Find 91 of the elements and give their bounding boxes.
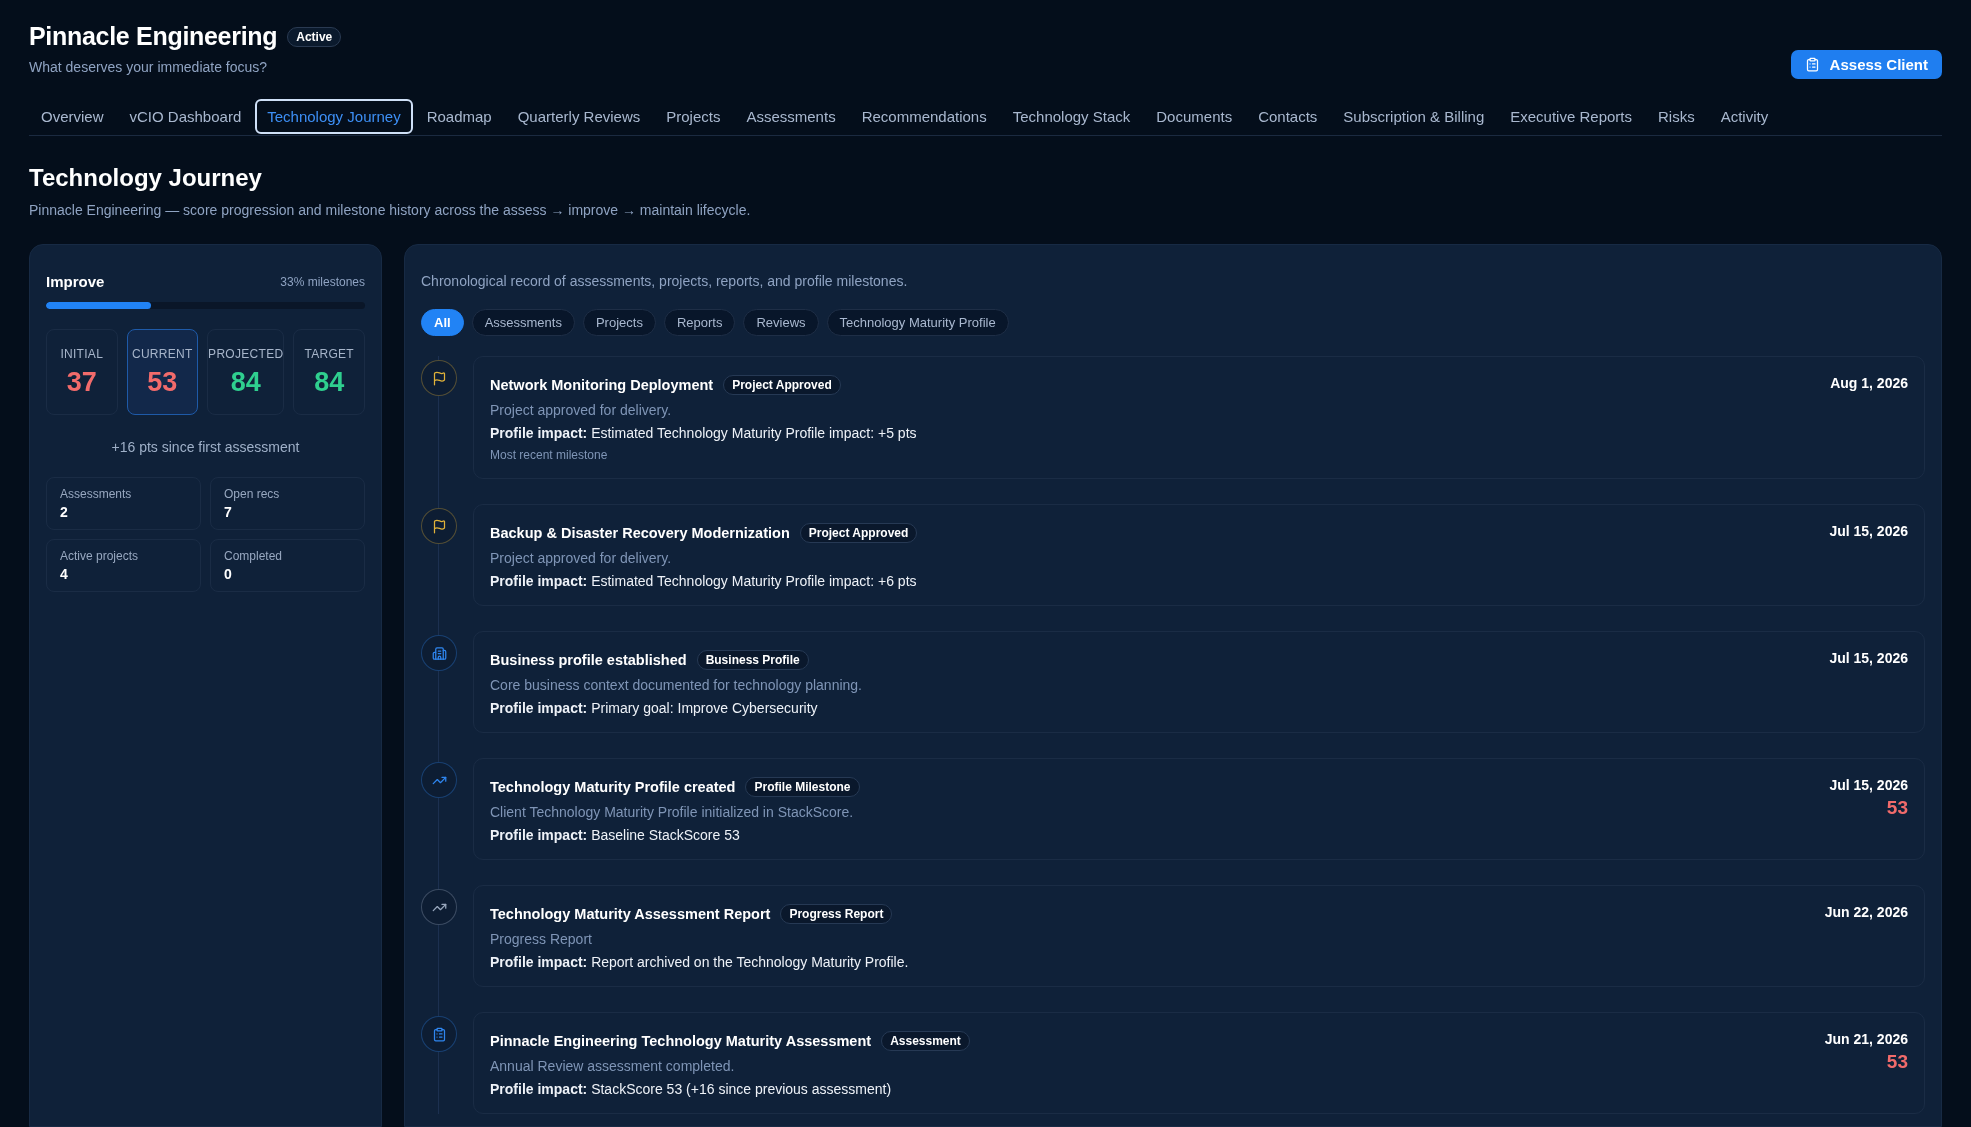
stat-label: Assessments	[60, 487, 133, 501]
score-label: TARGET	[304, 346, 354, 361]
client-name: Pinnacle Engineering	[29, 22, 278, 51]
nav-tab[interactable]: Technology Journey	[255, 99, 413, 134]
stat-value: 0	[224, 566, 233, 582]
event-tag: Profile Milestone	[745, 777, 860, 797]
event-detail: Annual Review assessment completed.	[490, 1058, 736, 1074]
score-value: 84	[230, 366, 261, 398]
score-label: PROJECTED	[208, 346, 284, 361]
nav-tab[interactable]: vCIO Dashboard	[117, 99, 254, 134]
nav-tab[interactable]: Technology Stack	[1000, 99, 1143, 134]
score-label: CURRENT	[131, 346, 193, 361]
event-title: Backup & Disaster Recovery Modernization	[490, 525, 790, 541]
event-date: Jul 15, 2026	[1829, 650, 1908, 666]
clipboard-icon	[431, 1026, 447, 1042]
filter-chip[interactable]: Technology Maturity Profile	[826, 309, 1009, 336]
event-score: 53	[1886, 797, 1908, 819]
nav-tab[interactable]: Projects	[654, 99, 733, 134]
filter-chip[interactable]: Reports	[663, 309, 736, 336]
event-date: Jul 15, 2026	[1829, 523, 1908, 539]
event-card[interactable]: Technology Maturity Profile created Profile Milestone Client Technology Maturity Profile initialized in StackScore. Profile impact: Baseline StackScore 53 Jul 15, 2026 53	[473, 758, 1925, 860]
status-badge: Active	[287, 26, 342, 47]
event-card[interactable]: Technology Maturity Assessment Report Progress Report Progress Report Profile impact: Report archived on the Technology Maturity Profile. Jun 22, 2026	[473, 885, 1925, 987]
phase-label: Improve	[46, 273, 105, 290]
event-impact: Profile impact: Estimated Technology Maturity Profile impact: +6 pts	[490, 573, 918, 589]
event-tag: Project Approved	[723, 375, 841, 395]
event-title: Network Monitoring Deployment	[490, 377, 714, 393]
event-title: Technology Maturity Assessment Report	[490, 906, 771, 922]
filter-chip[interactable]: Assessments	[471, 309, 575, 336]
event-score: 53	[1886, 1051, 1908, 1073]
header-subtitle: What deserves your immediate focus?	[29, 59, 269, 75]
filter-chip[interactable]: Projects	[582, 309, 656, 336]
building-icon	[431, 645, 447, 661]
score-value: 53	[147, 366, 178, 398]
assess-client-button[interactable]: Assess Client	[1790, 50, 1942, 79]
event-impact: Profile impact: Estimated Technology Maturity Profile impact: +5 pts	[490, 425, 917, 441]
event-card[interactable]: Business profile established Business Profile Core business context documented for technology planning. Profile impact: Primary goal: Improve Cybersecurity Jul 15, 2026	[473, 631, 1925, 733]
nav-tab[interactable]: Risks	[1646, 99, 1707, 134]
page-title: Technology Journey	[29, 164, 263, 192]
clipboard-icon	[1804, 57, 1820, 72]
event-date: Jun 22, 2026	[1824, 904, 1908, 920]
filter-chip[interactable]: Reviews	[743, 309, 819, 336]
page-description: Pinnacle Engineering — score progression and milestone history across the assess → improve → maintain lifecycle.	[29, 202, 752, 218]
nav-tab[interactable]: Activity	[1708, 99, 1781, 134]
score-value: 37	[66, 366, 97, 398]
nav-tab[interactable]: Quarterly Reviews	[505, 99, 653, 134]
score-label: INITIAL	[60, 346, 104, 361]
stat-label: Completed	[224, 549, 284, 563]
nav-tab[interactable]: Overview	[29, 99, 116, 134]
stat-label: Open recs	[224, 487, 281, 501]
flag-icon	[431, 518, 447, 534]
filter-chip[interactable]: All	[421, 309, 464, 336]
event-tag: Progress Report	[780, 904, 893, 924]
event-tag: Project Approved	[799, 523, 918, 543]
event-detail: Project approved for delivery.	[490, 550, 673, 566]
timeline-description: Chronological record of assessments, projects, reports, and profile milestones.	[421, 273, 909, 289]
event-impact: Profile impact: Baseline StackScore 53	[490, 827, 741, 843]
event-tag: Business Profile	[696, 650, 809, 670]
event-impact: Profile impact: StackScore 53 (+16 since previous assessment)	[490, 1081, 893, 1097]
event-card[interactable]: Network Monitoring Deployment Project Approved Project approved for delivery. Profile impact: Estimated Technology Maturity Profile impact: +5 pts Most recent milestone Aug 1, 2026	[473, 356, 1925, 479]
stat-value: 4	[60, 566, 69, 582]
nav-tab[interactable]: Subscription & Billing	[1331, 99, 1497, 134]
event-title: Business profile established	[490, 652, 687, 668]
nav-tab[interactable]: Contacts	[1246, 99, 1330, 134]
event-detail: Client Technology Maturity Profile initialized in StackScore.	[490, 804, 855, 820]
stat-value: 2	[60, 504, 69, 520]
event-title: Technology Maturity Profile created	[490, 779, 736, 795]
stat-value: 7	[224, 504, 233, 520]
event-date: Jul 15, 2026	[1829, 777, 1908, 793]
score-change: +16 pts since first assessment	[110, 439, 301, 455]
event-card[interactable]: Backup & Disaster Recovery Modernization Project Approved Project approved for delivery. Profile impact: Estimated Technology Maturity Profile impact: +6 pts Jul 15, 2026	[473, 504, 1925, 606]
event-impact: Profile impact: Primary goal: Improve Cybersecurity	[490, 700, 819, 716]
event-date: Jun 21, 2026	[1824, 1031, 1908, 1047]
event-detail: Core business context documented for technology planning.	[490, 677, 862, 693]
flag-icon	[431, 370, 447, 386]
event-detail: Project approved for delivery.	[490, 402, 673, 418]
event-detail: Progress Report	[490, 931, 593, 947]
event-date: Aug 1, 2026	[1830, 375, 1908, 391]
event-title: Pinnacle Engineering Technology Maturity Assessment	[490, 1033, 872, 1049]
event-card[interactable]: Pinnacle Engineering Technology Maturity Assessment Assessment Annual Review assessment completed. Profile impact: StackScore 53 (+16 since previous assessment) Jun 21, 2026 53	[473, 1012, 1925, 1114]
nav-tab[interactable]: Recommendations	[849, 99, 999, 134]
nav-tab[interactable]: Roadmap	[414, 99, 504, 134]
nav-tab[interactable]: Documents	[1144, 99, 1245, 134]
event-tag: Assessment	[881, 1031, 970, 1051]
nav-tab[interactable]: Assessments	[734, 99, 848, 134]
event-note: Most recent milestone	[490, 448, 609, 462]
score-value: 84	[314, 366, 345, 398]
stat-label: Active projects	[60, 549, 140, 563]
progress-label: 33% milestones	[280, 274, 365, 289]
event-impact: Profile impact: Report archived on the Technology Maturity Profile.	[490, 954, 909, 970]
nav-tab[interactable]: Executive Reports	[1498, 99, 1644, 134]
